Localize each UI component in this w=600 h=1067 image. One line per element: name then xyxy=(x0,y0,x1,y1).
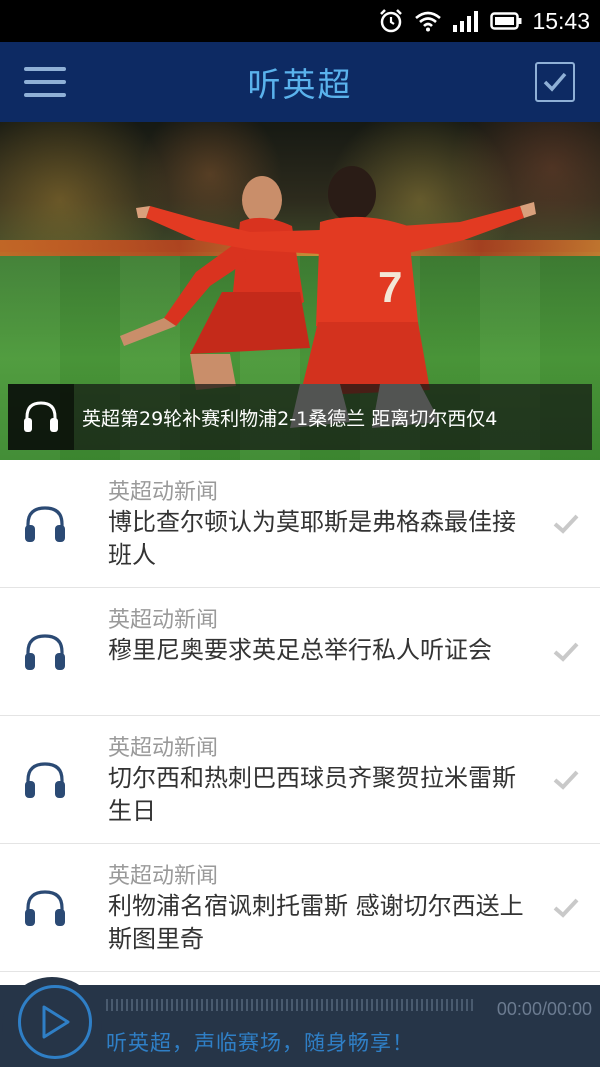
news-category: 英超动新闻 xyxy=(108,864,219,889)
menu-button[interactable] xyxy=(24,67,66,97)
news-title: 切尔西和热刺巴西球员齐聚贺拉米雷斯生日 xyxy=(108,764,516,825)
select-button[interactable] xyxy=(535,62,575,102)
check-icon[interactable] xyxy=(552,641,580,663)
play-time: 00:00/00:00 xyxy=(496,999,592,1019)
menu-icon xyxy=(24,67,66,71)
news-item[interactable]: 英超动新闻 博比查尔顿认为莫耶斯是弗格森最佳接班人 xyxy=(0,460,600,588)
news-category: 英超动新闻 xyxy=(108,608,219,633)
battery-icon xyxy=(490,11,522,31)
play-icon xyxy=(42,1005,70,1039)
headphones-icon xyxy=(25,890,65,926)
news-category: 英超动新闻 xyxy=(108,736,219,761)
signal-icon xyxy=(452,10,480,32)
news-item[interactable]: 英超动新闻 利物浦名宿讽刺托雷斯 感谢切尔西送上斯图里奇 xyxy=(0,844,600,972)
news-item[interactable]: 英超动新闻 穆里尼奥要求英足总举行私人听证会 xyxy=(0,588,600,716)
banner-caption-text: 英超第29轮补赛利物浦2-1桑德兰 距离切尔西仅4 xyxy=(82,407,498,430)
check-icon[interactable] xyxy=(552,897,580,919)
headphones-icon xyxy=(25,634,65,670)
app-screen: 15:43 听英超 7 英超第29轮补赛利物浦2-1桑德兰 距离切尔西仅4 英超… xyxy=(0,0,600,1067)
news-title: 博比查尔顿认为莫耶斯是弗格森最佳接班人 xyxy=(108,508,516,569)
player-bar: 00:00/00:00 听英超，声临赛场，随身畅享！ xyxy=(0,977,600,1067)
news-list: 英超动新闻 博比查尔顿认为莫耶斯是弗格森最佳接班人 英超动新闻 穆里尼奥要求英足… xyxy=(0,460,600,972)
news-item[interactable]: 英超动新闻 切尔西和热刺巴西球员齐聚贺拉米雷斯生日 xyxy=(0,716,600,844)
news-category: 英超动新闻 xyxy=(108,480,219,505)
news-title: 利物浦名宿讽刺托雷斯 感谢切尔西送上斯图里奇 xyxy=(108,892,524,953)
play-button[interactable] xyxy=(18,985,92,1059)
player-slogan: 听英超，声临赛场，随身畅享！ xyxy=(106,1031,414,1055)
headphones-icon xyxy=(25,506,65,542)
progress-waveform[interactable] xyxy=(106,999,476,1011)
checkmark-icon xyxy=(543,72,567,92)
news-title: 穆里尼奥要求英足总举行私人听证会 xyxy=(108,636,492,664)
check-icon[interactable] xyxy=(552,769,580,791)
wifi-icon xyxy=(414,10,442,32)
svg-text:7: 7 xyxy=(378,263,402,312)
featured-banner[interactable]: 7 英超第29轮补赛利物浦2-1桑德兰 距离切尔西仅4 xyxy=(0,122,600,460)
status-bar: 15:43 xyxy=(0,0,600,42)
alarm-icon xyxy=(378,8,404,34)
status-clock: 15:43 xyxy=(532,7,590,34)
app-header: 听英超 xyxy=(0,42,600,122)
caption-headphones-icon xyxy=(8,384,74,450)
banner-caption[interactable]: 英超第29轮补赛利物浦2-1桑德兰 距离切尔西仅4 xyxy=(8,384,592,450)
check-icon[interactable] xyxy=(552,513,580,535)
headphones-icon xyxy=(25,762,65,798)
page-title: 听英超 xyxy=(247,65,353,104)
